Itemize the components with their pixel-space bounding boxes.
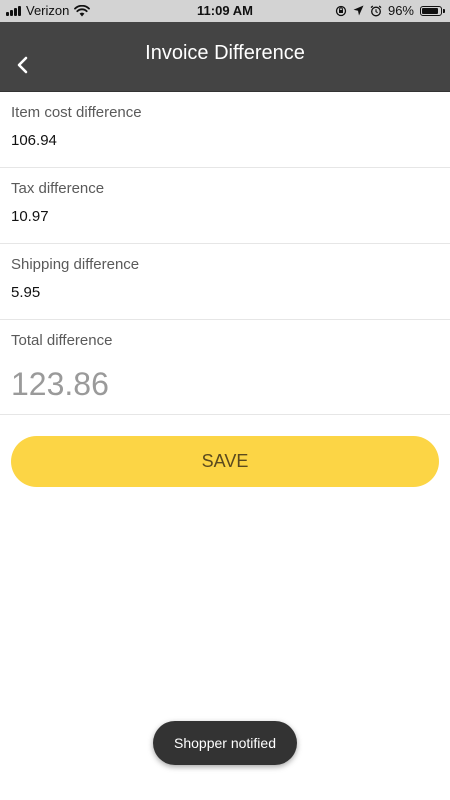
shipping-value[interactable]: 5.95 (11, 284, 40, 301)
tax-value[interactable]: 10.97 (11, 208, 49, 225)
navigation-bar: Invoice Difference (0, 22, 450, 92)
save-button[interactable]: SAVE (11, 436, 439, 487)
status-bar: Verizon 11:09 AM 96% (0, 0, 450, 22)
total-field: Total difference 123.86 (0, 320, 450, 415)
shipping-label: Shipping difference (11, 256, 140, 273)
tax-label: Tax difference (11, 180, 105, 197)
battery-level-fill (422, 7, 438, 14)
battery-icon (420, 5, 445, 16)
battery-tip (443, 8, 445, 13)
status-right: 96% (335, 3, 445, 18)
item-cost-value[interactable]: 106.94 (11, 132, 57, 149)
total-label: Total difference (11, 332, 113, 349)
invoice-difference-screen: Verizon 11:09 AM 96% Invoice Difference … (0, 0, 450, 800)
page-title: Invoice Difference (145, 42, 305, 64)
orientation-lock-icon (335, 5, 347, 16)
tax-field[interactable]: Tax difference 10.97 (0, 168, 450, 244)
toast-message: Shopper notified (174, 735, 276, 751)
total-value: 123.86 (11, 366, 109, 402)
shipping-field[interactable]: Shipping difference 5.95 (0, 244, 450, 320)
toast-notification: Shopper notified (153, 721, 297, 765)
battery-percent: 96% (387, 3, 414, 18)
alarm-icon (370, 5, 382, 16)
location-icon (353, 5, 364, 16)
item-cost-label: Item cost difference (11, 104, 142, 121)
item-cost-field[interactable]: Item cost difference 106.94 (0, 92, 450, 168)
